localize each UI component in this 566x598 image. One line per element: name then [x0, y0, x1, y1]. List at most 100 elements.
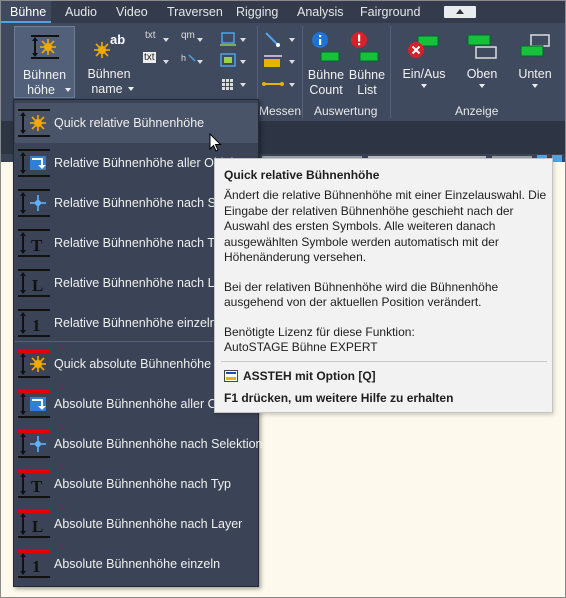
chevron-down-icon[interactable] [240, 60, 246, 64]
buehne-list-label-2: List [357, 83, 377, 97]
absolute-height-sel-icon [18, 429, 50, 458]
menu-item-label: Quick absolute Bühnenhöhe [54, 357, 212, 371]
chevron-down-icon[interactable] [240, 38, 246, 42]
txt-tool-button[interactable]: txt [145, 30, 156, 41]
menu-item-absolute-layer[interactable]: L Absolute Bühnenhöhe nach Layer [15, 504, 258, 544]
chevron-down-icon[interactable] [240, 83, 246, 87]
tab-fairground[interactable]: Fairground [360, 1, 420, 23]
tab-audio[interactable]: Audio [65, 1, 97, 23]
tooltip-help-hint: F1 drücken, um weitere Hilfe zu erhalten [224, 391, 454, 405]
chevron-down-icon[interactable] [163, 38, 169, 42]
chevron-down-icon[interactable] [197, 60, 203, 64]
ein-aus-button[interactable]: Ein/Aus [398, 26, 450, 96]
relative-height-layer-icon: L [18, 269, 50, 297]
menu-item-absolute-typ[interactable]: T Absolute Bühnenhöhe nach Typ [15, 464, 258, 504]
buehne-count-button[interactable]: Bühne Count [306, 26, 346, 97]
chevron-down-icon [128, 87, 134, 91]
command-icon [224, 370, 238, 382]
ribbon-separator [390, 26, 391, 118]
alert-icon [351, 32, 379, 62]
unten-button[interactable]: Unten [512, 26, 558, 96]
svg-text:L: L [32, 517, 43, 536]
tooltip-license-label: Benötigte Lizenz für diese Funktion: [224, 324, 415, 339]
chevron-down-icon[interactable] [163, 60, 169, 64]
grid-icon[interactable] [222, 79, 234, 91]
menu-item-label: Absolute Bühnenhöhe nach Selektion [54, 437, 263, 451]
tooltip: Quick relative Bühnenhöhe Ändert die rel… [214, 158, 553, 413]
buehnenhoehe-label-2: höhe [27, 83, 55, 97]
menu-item-label: Relative Bühnenhöhe nach Typ [54, 236, 228, 250]
tooltip-paragraph: Bei der relativen Bühnenhöhe wird die Bü… [224, 279, 499, 310]
tab-analysis[interactable]: Analysis [297, 1, 344, 23]
absolute-height-single-icon: 1 [18, 549, 50, 578]
absolute-height-layer-icon: L [18, 509, 50, 538]
chevron-down-icon [532, 84, 538, 88]
tooltip-command: ASSTEH mit Option [Q] [243, 369, 376, 383]
qm-tool-button[interactable]: qm [181, 30, 195, 41]
tooltip-body: Ändert die relative Bühnenhöhe mit einer… [224, 188, 548, 356]
menu-item-label: Absolute Bühnenhöhe einzeln [54, 557, 221, 571]
dimension-icon[interactable] [219, 30, 237, 46]
menu-item-label: Absolute Bühnenhöhe nach Layer [54, 517, 243, 531]
chevron-down-icon[interactable] [289, 83, 295, 87]
group-label-messen: Messen [259, 104, 302, 118]
absolute-height-all-icon [18, 389, 50, 418]
tooltip-license-value: AutoSTAGE Bühne EXPERT [224, 340, 378, 354]
oben-label: Oben [466, 67, 498, 81]
menu-item-absolute-single[interactable]: 1 Absolute Bühnenhöhe einzeln [15, 544, 258, 584]
group-label-anzeige: Anzeige [455, 104, 499, 118]
measure-distance-icon[interactable] [264, 30, 284, 48]
chevron-down-icon[interactable] [197, 38, 203, 42]
chevron-down-icon [479, 84, 485, 88]
window-icon[interactable] [552, 155, 562, 162]
svg-text:1: 1 [32, 316, 41, 335]
svg-text:h: h [181, 53, 186, 63]
measure-area-icon[interactable] [262, 54, 284, 70]
tab-buehne[interactable]: Bühne [1, 1, 51, 23]
buehnenname-label-1: Bühnen [87, 67, 131, 81]
buehnenhoehe-label-1: Bühnen [22, 68, 67, 82]
area-icon[interactable] [219, 52, 237, 68]
ein-aus-label: Ein/Aus [402, 67, 446, 81]
unten-label: Unten [518, 67, 552, 81]
relative-height-sel-icon [18, 189, 50, 217]
buehne-count-label-2: Count [309, 83, 343, 97]
tab-video[interactable]: Video [116, 1, 148, 23]
measure-line-icon[interactable] [262, 78, 284, 90]
tab-rigging[interactable]: Rigging [236, 1, 278, 23]
tooltip-title: Quick relative Bühnenhöhe [224, 168, 380, 182]
txt-box-tool-button[interactable]: txt [143, 52, 156, 63]
display-toggle-icon [408, 35, 439, 58]
height-tool-icon[interactable]: h [181, 52, 197, 66]
svg-text:1: 1 [32, 557, 41, 576]
chevron-down-icon [421, 84, 427, 88]
buehnenname-icon: ab [94, 32, 125, 58]
tooltip-divider [221, 361, 547, 362]
svg-text:L: L [32, 276, 43, 295]
svg-text:T: T [31, 477, 43, 496]
ribbon-minimize-button[interactable] [444, 6, 476, 18]
svg-text:T: T [31, 236, 43, 255]
buehnenname-button[interactable]: ab Bühnen name [80, 26, 138, 98]
menu-item-label: Relative Bühnenhöhe nach Layer [54, 276, 239, 290]
bring-up-icon [467, 34, 497, 59]
tab-traversen[interactable]: Traversen [167, 1, 223, 23]
buehnenhoehe-icon [31, 35, 59, 59]
buehnenname-label-2: name [91, 82, 123, 96]
oben-button[interactable]: Oben [459, 26, 505, 96]
tooltip-paragraph: Ändert die relative Bühnenhöhe mit einer… [224, 188, 547, 264]
menu-item-absolute-sel[interactable]: Absolute Bühnenhöhe nach Selektion [15, 424, 263, 464]
menu-item-label: Absolute Bühnenhöhe nach Typ [54, 477, 231, 491]
relative-height-all-icon [18, 149, 50, 177]
chevron-down-icon[interactable] [289, 38, 295, 42]
svg-text:ab: ab [110, 32, 125, 47]
ribbon-separator [302, 26, 303, 118]
mouse-cursor-icon [209, 133, 222, 152]
group-label-auswertung: Auswertung [314, 104, 378, 118]
buehne-list-button[interactable]: Bühne List [347, 26, 387, 97]
buehnenhoehe-button[interactable]: Bühnen höhe [14, 26, 75, 98]
info-icon [312, 32, 340, 62]
ribbon-tab-bar: Bühne Audio Video Traversen Rigging Anal… [1, 1, 565, 23]
menu-item-label: Relative Bühnenhöhe einzeln [54, 316, 217, 330]
chevron-down-icon[interactable] [289, 60, 295, 64]
